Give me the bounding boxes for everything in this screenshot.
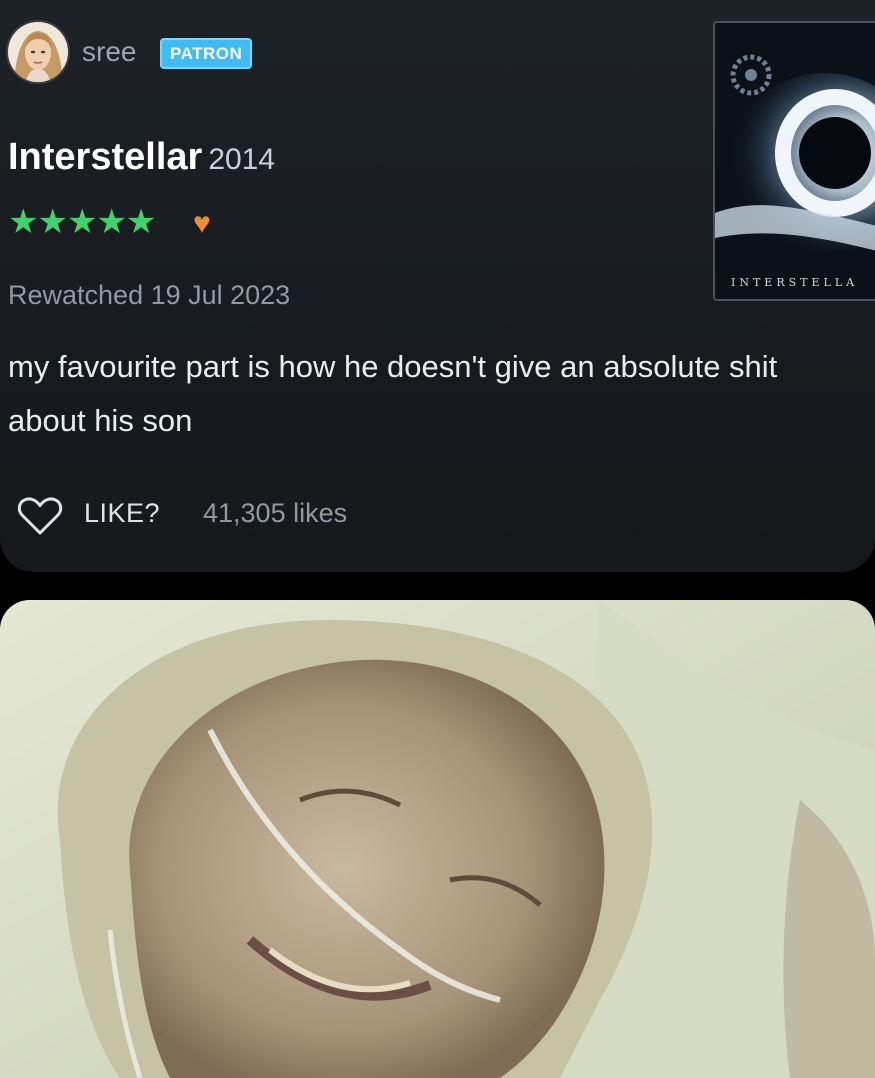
user-avatar[interactable] [8,22,68,82]
review-card: sree PATRON Interstellar 2014 ★★★★★ ♥ Rew… [0,0,875,572]
watch-date: Rewatched 19 Jul 2023 [8,280,291,310]
review-text: my favourite part is how he doesn't give… [8,349,778,438]
film-year[interactable]: 2014 [208,143,275,176]
film-heading: Interstellar 2014 [8,136,275,179]
poster-title: INTERSTELLA [731,276,859,289]
like-button[interactable]: LIKE? [84,498,160,529]
movie-still-image [0,600,875,1078]
patron-badge: PATRON [160,38,253,69]
film-poster[interactable]: INTERSTELLA [713,21,875,301]
liked-heart-icon: ♥ [193,207,211,240]
username[interactable]: sree [82,36,136,68]
film-title[interactable]: Interstellar [8,136,202,178]
rating-stars: ★★★★★ [8,203,156,241]
heart-outline-icon[interactable] [16,496,64,536]
likes-count[interactable]: 41,305 likes [203,498,347,529]
